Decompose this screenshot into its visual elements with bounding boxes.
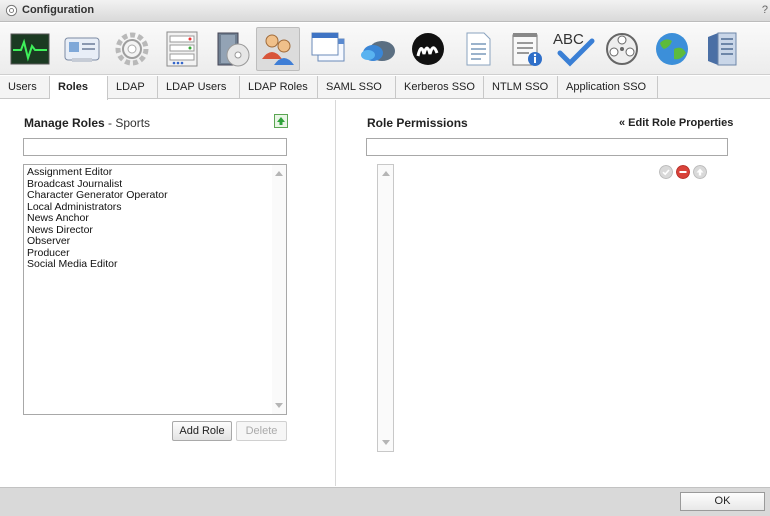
icon-toolbar: ABC [0, 23, 770, 75]
users-icon[interactable] [256, 27, 300, 71]
delete-role-button[interactable]: Delete [236, 421, 287, 441]
tab-kerberos-sso[interactable]: Kerberos SSO [396, 76, 484, 99]
scroll-up-arrow-icon[interactable] [275, 171, 283, 176]
tab-ldap-users[interactable]: LDAP Users [158, 76, 240, 99]
tab-saml-sso[interactable]: SAML SSO [318, 76, 396, 99]
manage-roles-subtitle: - Sports [104, 116, 151, 130]
role-filter-input[interactable] [23, 138, 287, 156]
server-icon[interactable] [700, 27, 744, 71]
install-disc-icon[interactable] [210, 27, 254, 71]
film-reel-icon[interactable] [600, 27, 644, 71]
id-card-icon[interactable] [60, 27, 104, 71]
manage-roles-heading: Manage Roles - Sports [24, 116, 150, 130]
svg-text:ABC: ABC [553, 31, 584, 48]
brand-m-icon[interactable] [406, 27, 450, 71]
ok-button[interactable]: OK [680, 492, 765, 511]
windows-icon[interactable] [306, 27, 350, 71]
tab-application-sso[interactable]: Application SSO [558, 76, 658, 99]
monitor-icon[interactable] [8, 27, 52, 71]
scroll-up-arrow-icon[interactable] [382, 171, 390, 176]
list-item[interactable]: Assignment Editor [24, 166, 168, 179]
roles-list[interactable]: Assignment Editor Broadcast Journalist C… [23, 164, 287, 415]
dialog-footer [0, 487, 770, 516]
tab-ldap-roles[interactable]: LDAP Roles [240, 76, 318, 99]
move-up-icon[interactable] [693, 165, 707, 179]
spellcheck-icon[interactable]: ABC [552, 27, 596, 71]
permission-filter-input[interactable] [366, 138, 728, 156]
add-role-button[interactable]: Add Role [172, 421, 232, 441]
scroll-down-arrow-icon[interactable] [275, 403, 283, 408]
title-bar: Configuration ? [0, 0, 770, 22]
cloud-icon[interactable] [356, 27, 400, 71]
list-item[interactable]: News Anchor [24, 212, 168, 225]
server-rack-icon[interactable] [160, 27, 204, 71]
remove-icon[interactable] [676, 165, 690, 179]
scroll-down-arrow-icon[interactable] [382, 440, 390, 445]
list-item[interactable]: Social Media Editor [24, 258, 168, 271]
check-icon[interactable] [659, 165, 673, 179]
tab-users[interactable]: Users [0, 76, 50, 99]
tab-roles[interactable]: Roles [50, 76, 108, 100]
tab-ldap[interactable]: LDAP [108, 76, 158, 99]
globe-icon[interactable] [650, 27, 694, 71]
role-permissions-title: Role Permissions [367, 116, 468, 130]
document-icon[interactable] [456, 27, 500, 71]
settings-gear-icon [5, 4, 18, 17]
gear-icon[interactable] [110, 27, 154, 71]
permissions-scrollbar[interactable] [377, 164, 394, 452]
help-button[interactable]: ? [762, 4, 768, 16]
edit-role-properties-link[interactable]: « Edit Role Properties [619, 117, 733, 129]
tab-strip: Users Roles LDAP LDAP Users LDAP Roles S… [0, 76, 770, 100]
list-item[interactable]: Character Generator Operator [24, 189, 168, 202]
window-title: Configuration [22, 4, 95, 16]
roles-list-scrollbar[interactable] [272, 165, 286, 414]
list-item[interactable]: Observer [24, 235, 168, 248]
manage-roles-title: Manage Roles [24, 116, 105, 130]
panel-divider [335, 100, 336, 486]
export-icon[interactable] [274, 114, 288, 128]
tab-ntlm-sso[interactable]: NTLM SSO [484, 76, 558, 99]
notepad-info-icon[interactable] [504, 27, 548, 71]
